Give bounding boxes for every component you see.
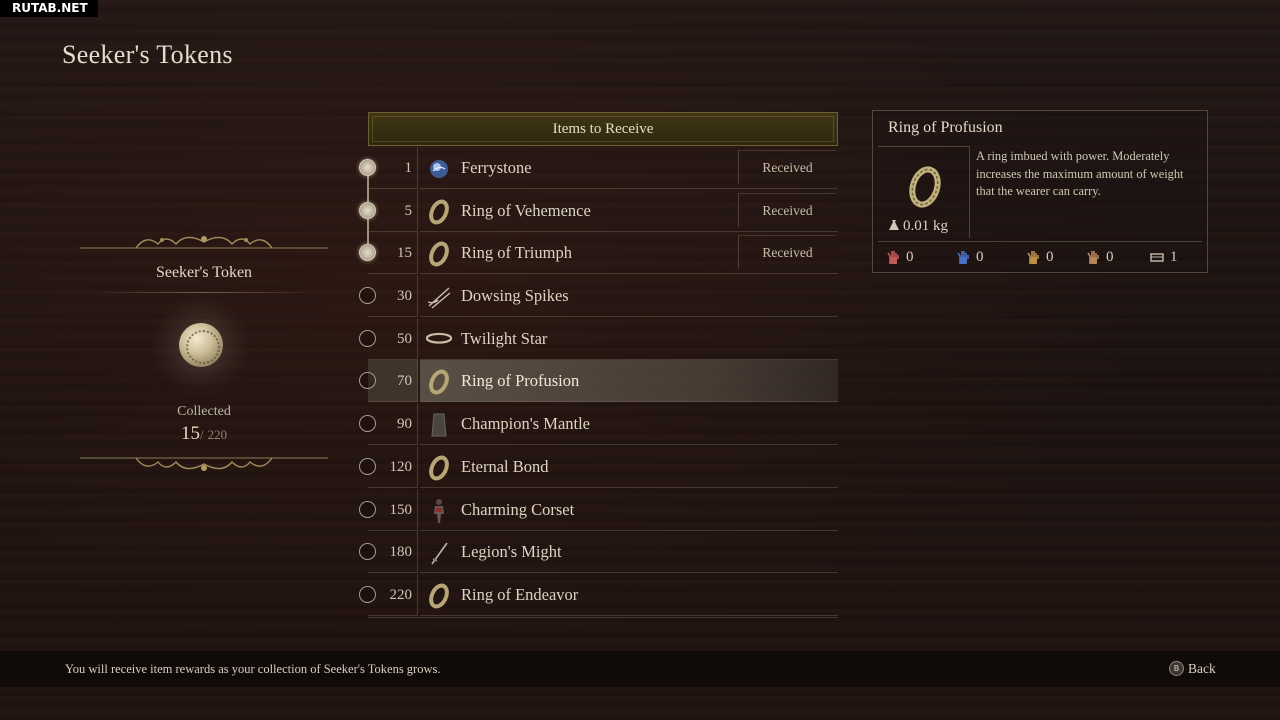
detail-description: A ring imbued with power. Moderately inc…	[976, 149, 1184, 198]
reward-row[interactable]: 70 Ring of Profusion	[356, 360, 842, 403]
progress-node-empty	[359, 457, 376, 475]
stat-value: 0	[1106, 249, 1114, 265]
weight-icon	[889, 220, 899, 230]
red-hand-icon	[887, 251, 899, 264]
required-tokens: 5	[404, 202, 413, 219]
progress-node-empty	[359, 287, 376, 305]
ferrystone-icon	[426, 156, 452, 182]
seeker-token-icon	[179, 323, 223, 367]
item-name: Twilight Star	[461, 328, 548, 348]
reward-rows: 1 Ferrystone Received 5 Ring of Vehemence Rec…	[356, 147, 842, 617]
footer-hint: You will receive item rewards as your co…	[65, 662, 441, 676]
vine-ornament-bottom	[80, 457, 328, 471]
armor-icon	[426, 498, 452, 524]
ring-icon	[426, 241, 452, 267]
list-bottom-line	[368, 617, 838, 618]
item-name: Ring of Endeavor	[461, 584, 579, 604]
mantle-icon	[426, 412, 452, 438]
reward-row[interactable]: 30 Dowsing Spikes	[356, 275, 842, 318]
progress-node-filled	[359, 201, 376, 219]
vine-ornament-top	[80, 236, 328, 249]
reward-row[interactable]: 15 Ring of Triumph Received	[356, 232, 842, 275]
item-name: Eternal Bond	[461, 456, 549, 476]
watermark: RUTAB.NET	[0, 0, 98, 17]
collected-total: 220	[207, 427, 228, 442]
item-name: Ring of Profusion	[461, 371, 580, 391]
progress-node-filled	[359, 159, 376, 176]
required-tokens: 1	[404, 160, 413, 176]
ring-icon	[426, 369, 452, 395]
progress-node-empty	[359, 500, 376, 518]
ring-icon	[426, 455, 452, 481]
progress-node-empty	[359, 329, 376, 347]
collected-count: 15/ 220	[76, 423, 332, 445]
item-name: Ring of Triumph	[461, 243, 572, 263]
reward-row[interactable]: 90 Champion's Mantle	[356, 403, 842, 446]
received-badge: Received	[738, 150, 836, 184]
progress-node-empty	[359, 415, 376, 433]
item-name: Dowsing Spikes	[461, 286, 569, 306]
required-tokens: 50	[397, 330, 412, 347]
spikes-icon	[426, 284, 452, 310]
sword-icon	[426, 540, 452, 566]
ring-icon	[909, 166, 941, 208]
item-name: Legion's Might	[461, 542, 562, 562]
tan-hand-icon	[1087, 251, 1099, 264]
required-tokens: 70	[397, 373, 412, 390]
reward-row[interactable]: 150 Charming Corset	[356, 488, 842, 532]
item-name: Champion's Mantle	[461, 414, 591, 434]
divider	[86, 292, 322, 293]
received-badge: Received	[738, 192, 836, 227]
collected-separator: /	[199, 427, 204, 442]
b-button-icon: B	[1169, 661, 1184, 676]
blue-hand-icon	[957, 251, 969, 264]
item-name: Charming Corset	[461, 499, 575, 519]
reward-row[interactable]: 1 Ferrystone Received	[356, 147, 842, 190]
item-name: Ring of Vehemence	[461, 200, 591, 220]
list-header: Items to Receive	[368, 112, 838, 146]
reward-row[interactable]: 120 Eternal Bond	[356, 445, 842, 489]
token-panel: Seeker's Token Collected 15/ 220	[76, 230, 332, 476]
collected-label: Collected	[177, 404, 231, 419]
detail-title: Ring of Profusion	[888, 119, 1003, 136]
reward-row[interactable]: 220 Ring of Endeavor	[356, 573, 842, 617]
ring-icon	[426, 583, 452, 609]
required-tokens: 180	[389, 544, 413, 561]
item-name: Ferrystone	[461, 158, 532, 177]
collected-current: 15	[180, 423, 200, 444]
required-tokens: 220	[389, 586, 413, 603]
weight-value: 0.01 kg	[903, 218, 948, 234]
required-tokens: 150	[389, 501, 413, 518]
footer-bar: You will receive item rewards as your co…	[0, 651, 1280, 687]
page-title: Seeker's Tokens	[62, 40, 233, 69]
reward-row[interactable]: 50 Twilight Star	[356, 317, 842, 361]
chest-icon	[1150, 253, 1164, 262]
item-detail-panel: Ring of Profusion 0.01 kg A ring imbued …	[872, 110, 1208, 273]
progress-node-empty	[359, 585, 376, 603]
stat-value: 0	[1046, 249, 1054, 265]
reward-row[interactable]: 180 Legion's Might	[356, 531, 842, 574]
stat-value: 1	[1170, 249, 1178, 265]
reward-list: Items to Receive 1 Ferrystone Received 5 Rin…	[356, 110, 842, 630]
ring-icon	[426, 199, 452, 225]
required-tokens: 90	[397, 416, 412, 433]
detail-stats: 0 0 0 0 1	[878, 241, 1202, 271]
detail-weight: 0.01 kg	[888, 218, 948, 235]
back-label: Back	[1188, 661, 1216, 676]
required-tokens: 30	[397, 288, 412, 305]
reward-row[interactable]: 5 Ring of Vehemence Received	[356, 189, 842, 233]
required-tokens: 120	[389, 458, 413, 475]
stat-value: 0	[976, 249, 984, 265]
gold-hand-icon	[1027, 251, 1039, 264]
stat-value: 0	[906, 249, 914, 265]
required-tokens: 15	[397, 245, 412, 262]
token-name: Seeker's Token	[155, 264, 253, 281]
received-badge: Received	[738, 235, 836, 270]
circlet-icon	[425, 327, 453, 353]
